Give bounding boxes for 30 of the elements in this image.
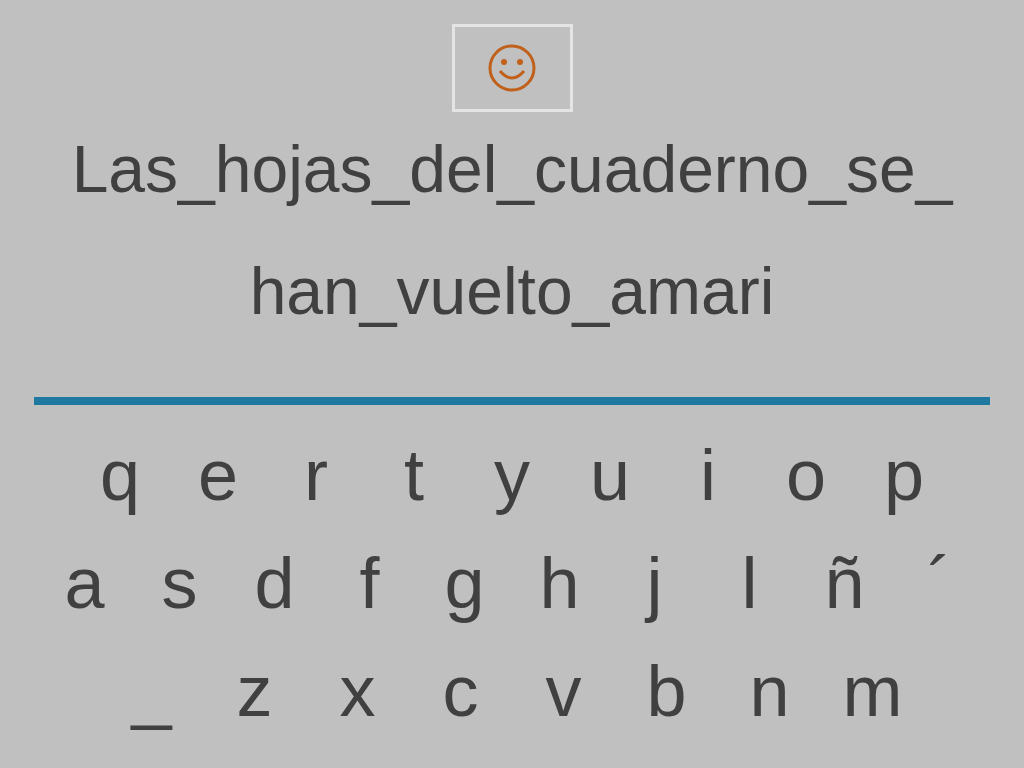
letter-key[interactable]: y (463, 423, 561, 527)
letter-key[interactable]: v (512, 639, 615, 743)
letter-key[interactable]: z (203, 639, 306, 743)
letter-key[interactable]: ´ (892, 531, 987, 635)
letter-key[interactable]: j (607, 531, 702, 635)
letter-key[interactable]: ñ (797, 531, 892, 635)
letter-key[interactable]: e (169, 423, 267, 527)
letter-key[interactable]: _ (100, 639, 203, 743)
letter-key[interactable]: d (227, 531, 322, 635)
letter-key[interactable]: t (365, 423, 463, 527)
letter-key[interactable]: l (702, 531, 797, 635)
letter-key[interactable]: n (718, 639, 821, 743)
letter-key[interactable]: x (306, 639, 409, 743)
letter-key[interactable]: o (757, 423, 855, 527)
letter-key[interactable]: a (37, 531, 132, 635)
letter-key[interactable]: i (659, 423, 757, 527)
letter-key[interactable]: q (71, 423, 169, 527)
letter-key[interactable]: m (821, 639, 924, 743)
letter-key[interactable]: r (267, 423, 365, 527)
letter-key[interactable]: h (512, 531, 607, 635)
letter-key[interactable]: p (855, 423, 953, 527)
letter-key[interactable]: g (417, 531, 512, 635)
letter-key[interactable]: f (322, 531, 417, 635)
letter-key[interactable]: c (409, 639, 512, 743)
letter-key[interactable]: s (132, 531, 227, 635)
letter-key[interactable]: u (561, 423, 659, 527)
phrase-line: Las_hojas_del_cuaderno_se_ (71, 131, 953, 208)
letter-key[interactable]: b (615, 639, 718, 743)
smiley-icon (487, 43, 537, 93)
phrase-line: han_vuelto_amari (249, 253, 775, 330)
